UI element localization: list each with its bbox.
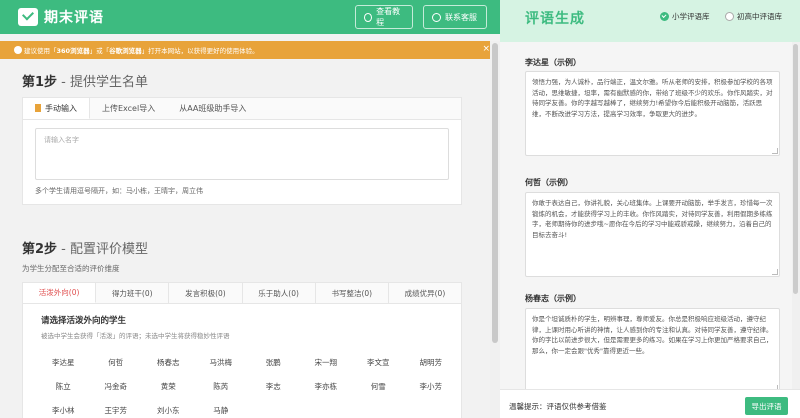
student-item[interactable]: 胡明芳 — [405, 357, 458, 368]
student-item[interactable]: 王宇芳 — [90, 405, 143, 416]
input-method-tabs: 手动输入 上传Excel导入 从AA班级助手导入 — [23, 98, 461, 120]
student-item[interactable]: 黄荣 — [142, 381, 195, 392]
comment-textarea[interactable]: 你敢于表达自己，你讲礼貌，关心班集体。上课要开动脑筋，举手发言，珍惜每一次锻炼的… — [525, 192, 780, 277]
student-names-hint: 多个学生请用逗号隔开，如：马小栋，王晴宇，周立伟 — [35, 187, 203, 195]
left-pane: 期末评语 查看教程 联系客服 建议使用「 360浏览器 」或「 谷歌浏览器 」打开本网站… — [0, 0, 500, 418]
notice-mid: 」或「 — [89, 47, 110, 55]
evaluation-model-card: 活泼外向(0) 得力班干(0) 发言积极(0) 乐于助人(0) 书写整洁(0) … — [22, 282, 462, 418]
step2-title: 第2步 - 配置评价模型 — [22, 238, 148, 257]
student-item[interactable]: 宋一翔 — [300, 357, 353, 368]
student-item[interactable]: 陈芮 — [195, 381, 248, 392]
tab-class-leader[interactable]: 得力班干(0) — [96, 283, 170, 303]
tab-neat-writing[interactable]: 书写整洁(0) — [316, 283, 389, 303]
select-students-title: 请选择活泼外向的学生 — [41, 316, 127, 326]
right-scroll-thumb[interactable] — [793, 44, 798, 294]
contact-service-label: 联系客服 — [445, 12, 477, 22]
left-scrollbar[interactable] — [490, 41, 500, 418]
right-pane: 评语生成 小学评语库 初高中评语库 李达星（示例） 领悟力强，为人诚朴，品行端正… — [500, 0, 800, 418]
dimension-tabs: 活泼外向(0) 得力班干(0) 发言积极(0) 乐于助人(0) 书写整洁(0) … — [23, 283, 461, 304]
student-item[interactable]: 李亦栋 — [300, 381, 353, 392]
browser-notice: 建议使用「 360浏览器 」或「 谷歌浏览器 」打开本网站，以获得更好的使用体验。 × — [0, 41, 500, 59]
junior-library-label: 初高中评语库 — [737, 12, 782, 21]
tab-manual-input-label: 手动输入 — [45, 103, 77, 113]
comment-textarea[interactable]: 领悟力强，为人诚朴，品行端正，温文尔雅。听从老师的安排，积极参加学校的各项活动，… — [525, 71, 780, 156]
step2-description: 为学生分配至合适的评价维度 — [22, 264, 120, 273]
step1-subtitle: - 提供学生名单 — [57, 75, 149, 90]
student-list-card: 手动输入 上传Excel导入 从AA班级助手导入 请输入名字 多个学生请用逗号隔… — [22, 97, 462, 205]
resize-grip-icon[interactable] — [772, 269, 778, 275]
tab-excel-import[interactable]: 上传Excel导入 — [90, 98, 167, 119]
right-scrollbar[interactable] — [792, 42, 800, 389]
junior-library-radio[interactable]: 初高中评语库 — [725, 11, 782, 22]
student-item[interactable]: 马洪梅 — [195, 357, 248, 368]
primary-library-label: 小学评语库 — [672, 12, 710, 21]
student-item[interactable]: 李小芳 — [405, 381, 458, 392]
student-item[interactable]: 李小林 — [37, 405, 90, 416]
notice-suffix: 」打开本网站，以获得更好的使用体验。 — [141, 47, 259, 55]
comment-text: 你敢于表达自己，你讲礼貌，关心班集体。上课要开动脑筋，举手发言，珍惜每一次锻炼的… — [532, 199, 773, 239]
tab-helpful[interactable]: 乐于助人(0) — [243, 283, 316, 303]
comment-student-name: 李达星（示例） — [525, 58, 581, 67]
export-comments-button[interactable]: 导出评语 — [745, 397, 788, 415]
select-students-desc: 被选中学生会获得「活泼」的评语；未选中学生将获得稳妙性评语 — [41, 332, 230, 340]
logo-check-icon — [18, 8, 38, 26]
student-item[interactable]: 何哲 — [90, 357, 143, 368]
notice-browser-chrome: 谷歌浏览器 — [109, 47, 142, 55]
comment-text: 领悟力强，为人诚朴，品行端正，温文尔雅。听从老师的安排，积极参加学校的各项活动，… — [532, 78, 773, 118]
step1-title: 第1步 - 提供学生名单 — [22, 71, 148, 90]
tab-outgoing[interactable]: 活泼外向(0) — [23, 283, 97, 303]
student-item[interactable]: 陈立 — [37, 381, 90, 392]
comment-list: 李达星（示例） 领悟力强，为人诚朴，品行端正，温文尔雅。听从老师的安排，积极参加… — [500, 42, 800, 393]
primary-library-radio[interactable]: 小学评语库 — [660, 11, 710, 22]
tab-manual-input[interactable]: 手动输入 — [23, 98, 90, 119]
view-tutorial-label: 查看教程 — [376, 7, 401, 27]
comment-footer: 温馨提示：评语仅供参考借鉴 导出评语 — [500, 389, 800, 418]
student-item[interactable]: 杨春志 — [142, 357, 195, 368]
logo-text: 期末评语 — [44, 10, 104, 26]
student-names-input[interactable]: 请输入名字 — [35, 128, 449, 180]
comment-text: 你是个坦诚质朴的学生，明辨事理，尊师爱友。你总是积极响应班级活动，遵守纪律，上课… — [532, 315, 773, 355]
student-item[interactable]: 张鹏 — [247, 357, 300, 368]
notice-browser-360: 360浏览器 — [56, 47, 90, 55]
student-grid: 李达星 何哲 杨春志 马洪梅 张鹏 宋一翔 李文宣 胡明芳 陈立 冯金奇 黄荣 … — [37, 357, 457, 416]
step2-subtitle-title: - 配置评价模型 — [57, 242, 149, 257]
student-item[interactable]: 李文宣 — [352, 357, 405, 368]
tab-aa-import[interactable]: 从AA班级助手导入 — [167, 98, 258, 119]
student-item[interactable]: 马静 — [195, 405, 248, 416]
close-icon[interactable]: × — [482, 44, 490, 54]
radio-checked-icon — [660, 12, 669, 21]
footer-hint: 温馨提示：评语仅供参考借鉴 — [509, 402, 607, 411]
top-bar: 期末评语 查看教程 联系客服 — [0, 0, 500, 34]
student-item[interactable]: 李志 — [247, 381, 300, 392]
contact-service-button[interactable]: 联系客服 — [423, 5, 487, 29]
step2-num: 第2步 — [22, 242, 58, 257]
pen-icon — [35, 104, 41, 112]
view-tutorial-button[interactable]: 查看教程 — [355, 5, 413, 29]
tab-excellent-grades[interactable]: 成绩优异(0) — [389, 283, 461, 303]
comment-title: 评语生成 — [525, 11, 585, 27]
student-item[interactable]: 何雪 — [352, 381, 405, 392]
refresh-icon — [432, 12, 441, 22]
notice-prefix: 建议使用「 — [24, 47, 57, 55]
comment-student-name: 何哲（示例） — [525, 178, 573, 187]
comment-textarea[interactable]: 你是个坦诚质朴的学生，明辨事理，尊师爱友。你总是积极响应班级活动，遵守纪律，上课… — [525, 308, 780, 393]
student-item[interactable]: 李达星 — [37, 357, 90, 368]
resize-grip-icon[interactable] — [772, 148, 778, 154]
radio-unchecked-icon — [725, 12, 734, 21]
info-icon — [14, 46, 22, 54]
step1-num: 第1步 — [22, 75, 58, 90]
left-scroll-thumb[interactable] — [492, 43, 498, 343]
play-icon — [364, 12, 373, 22]
student-item[interactable]: 刘小东 — [142, 405, 195, 416]
tab-active-speaker[interactable]: 发言积极(0) — [169, 283, 243, 303]
logo[interactable]: 期末评语 — [18, 7, 104, 27]
comment-student-name: 杨春志（示例） — [525, 294, 581, 303]
comment-header: 评语生成 小学评语库 初高中评语库 — [500, 0, 800, 42]
student-item[interactable]: 冯金奇 — [90, 381, 143, 392]
